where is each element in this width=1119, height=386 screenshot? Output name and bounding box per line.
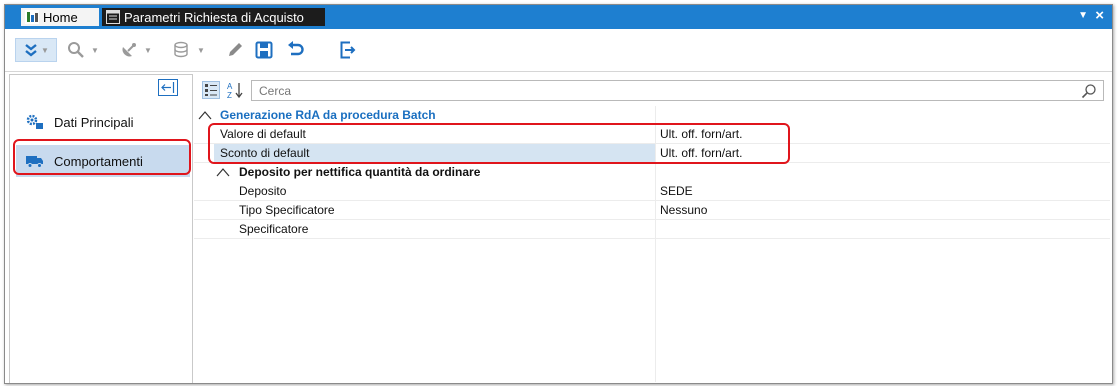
chevron-down-icon: ▼ [197,45,205,55]
tab-home-label: Home [43,9,78,25]
property-row[interactable]: Deposito SEDE [194,182,1110,201]
collapse-sidebar-icon[interactable] [158,79,178,96]
database-icon [174,41,188,58]
search-button[interactable]: ▼ [67,38,99,62]
tab-parametri-label: Parametri Richiesta di Acquisto [124,9,304,25]
sidebar: Dati Principali Comportamenti [9,74,193,383]
collapse-caret-icon[interactable] [216,166,230,178]
pencil-icon [229,43,242,56]
chevron-down-icon: ▼ [91,45,99,55]
property-grid-toolbar: A Z [194,78,1110,102]
exit-icon [340,41,356,59]
tab-home[interactable]: Home [21,8,99,26]
categorized-view-icon[interactable] [202,81,220,99]
arrow-left-icon [161,82,175,93]
tab-list-dropdown-icon[interactable]: ▼ [1078,10,1088,21]
app-window: Home Parametri Richiesta di Acquisto ▼ ×… [4,4,1113,384]
subcategory-title: Deposito per nettifica quantità da ordin… [239,165,481,179]
property-name: Specificatore [239,222,309,236]
search-input[interactable] [259,82,1059,99]
magnifier-icon [68,42,84,58]
chevron-down-icon: ▼ [41,45,49,55]
collapse-caret-icon[interactable] [198,109,212,121]
close-icon[interactable]: × [1095,7,1104,24]
property-name: Tipo Specificatore [239,203,335,217]
satellite-button[interactable]: ▼ [120,38,152,62]
category-title: Generazione RdA da procedura Batch [220,108,436,122]
undo-icon [288,41,304,56]
svg-text:Z: Z [227,91,232,99]
subcategory-row[interactable]: Deposito per nettifica quantità da ordin… [194,163,1110,182]
sort-alphabetical-icon[interactable]: A Z [226,81,244,99]
exit-button[interactable] [339,38,357,62]
property-row[interactable]: Tipo Specificatore Nessuno [194,201,1110,220]
search-icon[interactable] [1081,83,1097,99]
main-toolbar: ▼ ▼ ▼ ▼ [5,29,1112,72]
property-name: Deposito [239,184,287,198]
sidebar-item-dati-principali[interactable]: Dati Principali [16,106,190,138]
search-field [251,80,1104,101]
svg-text:A: A [227,82,233,91]
property-value[interactable]: Nessuno [660,203,707,217]
document-tab-bar: Home Parametri Richiesta di Acquisto ▼ × [5,5,1112,29]
home-app-icon [25,10,39,24]
edit-button[interactable] [226,38,244,62]
form-window-icon [106,10,120,24]
save-icon [255,41,273,59]
gears-icon [26,114,43,129]
property-grid: A Z Generazione RdA da procedura Batch [194,74,1110,382]
navigate-button[interactable]: ▼ [15,38,57,62]
highlight-annotation [208,123,790,164]
save-button[interactable] [255,38,273,62]
chevron-down-icon: ▼ [144,45,152,55]
double-chevron-down-icon [25,44,37,57]
undo-button[interactable] [287,38,305,62]
property-row[interactable]: Specificatore [194,220,1110,239]
sidebar-item-label: Dati Principali [54,114,134,130]
highlight-annotation [13,139,191,175]
property-value[interactable]: SEDE [660,184,693,198]
satellite-icon [122,43,136,57]
database-button[interactable]: ▼ [173,38,205,62]
tab-parametri[interactable]: Parametri Richiesta di Acquisto [102,8,325,26]
